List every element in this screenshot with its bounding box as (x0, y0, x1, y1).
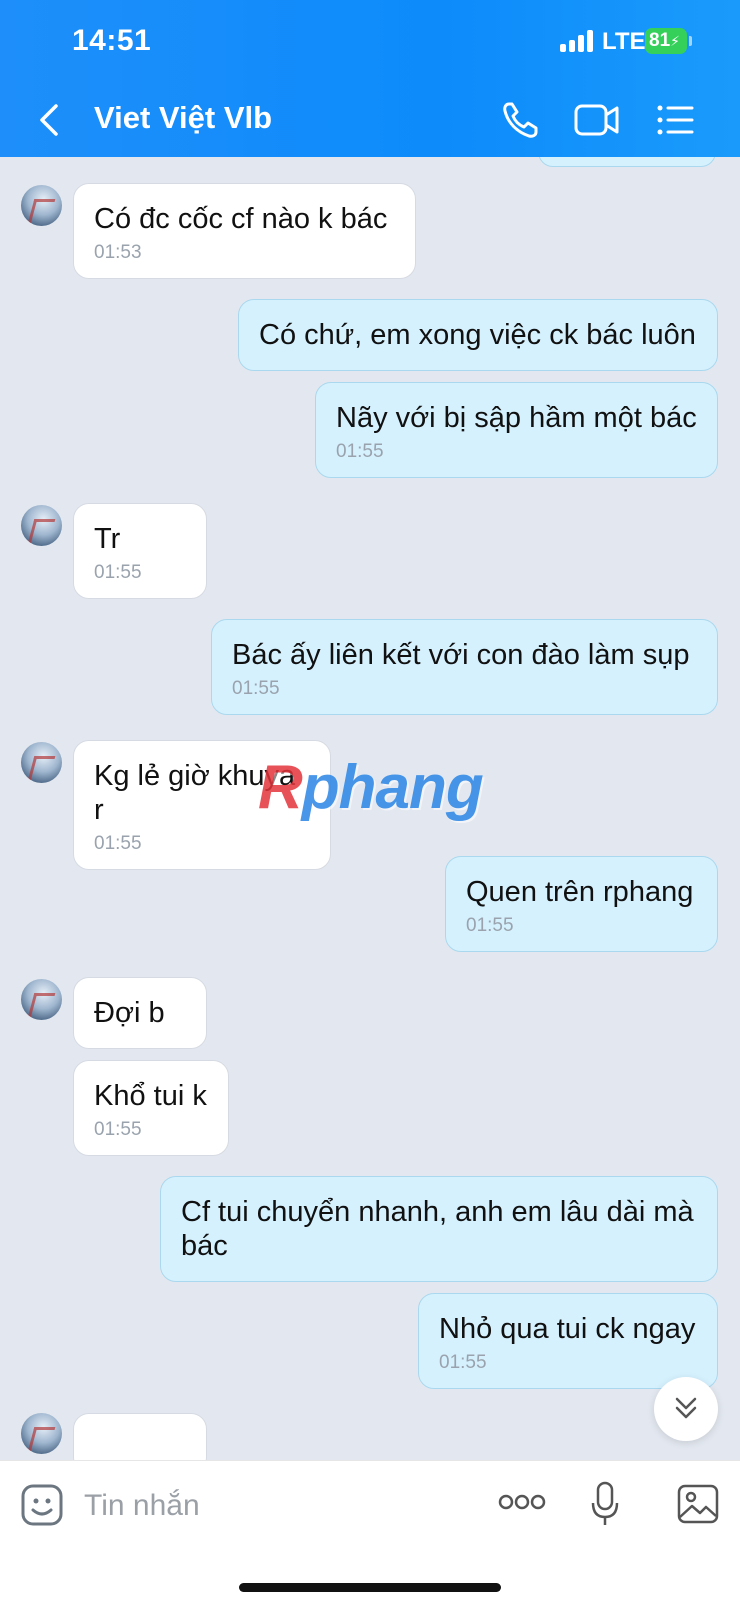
message-text: Khổ tui k (94, 1080, 207, 1112)
scroll-to-bottom-button[interactable] (654, 1377, 718, 1441)
message-bubble-incoming[interactable]: Tr 01:55 (73, 503, 207, 599)
message-text: Nãy với bị sập hầm một bác (336, 402, 697, 434)
message-time: 01:55 (94, 562, 142, 583)
battery-icon: 81⚡ (645, 28, 687, 54)
message-text: Có đc cốc cf nào k bác (94, 203, 388, 235)
message-text: Bác ấy liên kết với con đào làm sụp (232, 639, 690, 671)
partial-message-bubble (73, 1413, 207, 1460)
partial-message-bubble (538, 157, 716, 167)
message-text: Có chứ, em xong việc ck bác luôn (259, 319, 696, 351)
contact-avatar[interactable] (21, 505, 62, 546)
message-bubble-incoming[interactable]: Đợi b (73, 977, 207, 1049)
message-time: 01:55 (466, 915, 514, 936)
watermark-prefix: R (258, 753, 303, 822)
message-bubble-outgoing[interactable]: Quen trên rphang 01:55 (445, 856, 718, 952)
message-bubble-outgoing[interactable]: Bác ấy liên kết với con đào làm sụp 01:5… (211, 619, 718, 715)
message-text: Tr (94, 523, 121, 555)
status-time: 14:51 (72, 24, 152, 57)
message-bubble-outgoing[interactable]: Cf tui chuyển nhanh, anh em lâu dài mà b… (160, 1176, 718, 1282)
chat-header: 14:51 LTE 81⚡ Viet Việt Vlb (0, 0, 740, 157)
message-text: Đợi b (94, 997, 165, 1029)
network-label: LTE (602, 28, 646, 55)
message-text: Nhỏ qua tui ck ngay (439, 1313, 696, 1345)
contact-avatar[interactable] (21, 1413, 62, 1454)
microphone-icon[interactable] (590, 1481, 620, 1527)
sticker-emoji-icon[interactable] (20, 1483, 64, 1527)
message-bubble-incoming[interactable]: Khổ tui k 01:55 (73, 1060, 229, 1156)
watermark-rest: phang (301, 753, 484, 822)
battery-level: 81 (649, 30, 671, 51)
double-chevron-down-icon (675, 1397, 697, 1419)
contact-name[interactable]: Viet Việt Vlb (94, 100, 272, 136)
signal-icon (560, 30, 596, 52)
home-indicator (239, 1583, 501, 1592)
contact-avatar[interactable] (21, 185, 62, 226)
image-gallery-icon[interactable] (676, 1483, 720, 1525)
message-time: 01:55 (232, 678, 280, 699)
message-time: 01:55 (94, 1119, 142, 1140)
more-options-icon[interactable] (498, 1491, 546, 1513)
battery-tip (689, 36, 692, 46)
message-bubble-outgoing[interactable]: Nhỏ qua tui ck ngay 01:55 (418, 1293, 718, 1389)
phone-call-icon[interactable] (500, 98, 540, 142)
message-time: 01:55 (336, 441, 384, 462)
watermark-logo: Rphang (258, 752, 484, 823)
message-bubble-incoming[interactable]: Có đc cốc cf nào k bác 01:53 (73, 183, 416, 279)
message-composer (0, 1460, 740, 1601)
message-time: 01:55 (94, 833, 142, 854)
message-time: 01:55 (439, 1352, 487, 1373)
contact-avatar[interactable] (21, 979, 62, 1020)
message-bubble-outgoing[interactable]: Có chứ, em xong việc ck bác luôn (238, 299, 718, 371)
message-time: 01:53 (94, 242, 142, 263)
video-call-icon[interactable] (574, 98, 620, 142)
message-input[interactable] (82, 1483, 466, 1529)
message-text: Quen trên rphang (466, 876, 694, 908)
back-arrow-icon[interactable] (34, 100, 64, 140)
contact-avatar[interactable] (21, 742, 62, 783)
menu-list-icon[interactable] (656, 98, 694, 142)
message-text: Cf tui chuyển nhanh, anh em lâu dài mà b… (181, 1196, 694, 1262)
message-bubble-outgoing[interactable]: Nãy với bị sập hầm một bác 01:55 (315, 382, 718, 478)
